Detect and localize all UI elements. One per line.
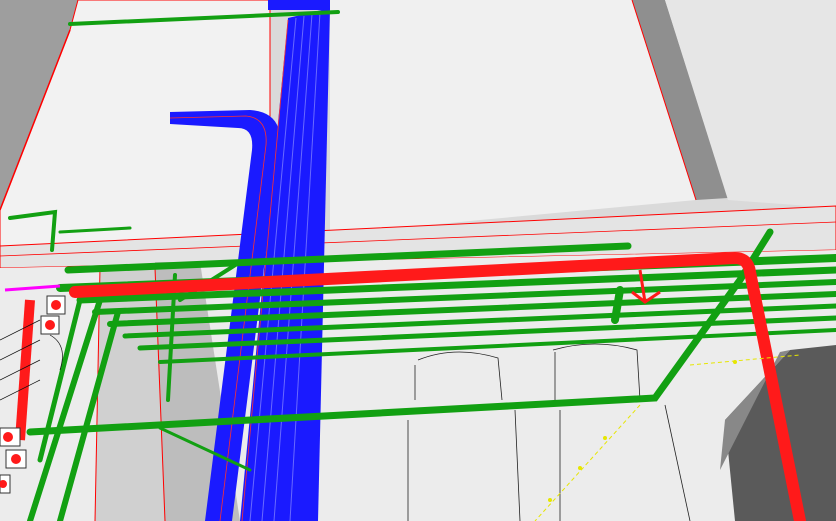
valve-marker[interactable] <box>0 474 11 494</box>
plant-model-scene[interactable] <box>0 0 836 521</box>
3d-viewport[interactable] <box>0 0 836 521</box>
valve-marker[interactable] <box>46 295 66 315</box>
valve-marker[interactable] <box>0 427 21 447</box>
valve-marker[interactable] <box>5 449 27 469</box>
valve-marker[interactable] <box>40 315 60 335</box>
column-left <box>95 268 165 521</box>
back-wall-panel <box>330 0 696 235</box>
